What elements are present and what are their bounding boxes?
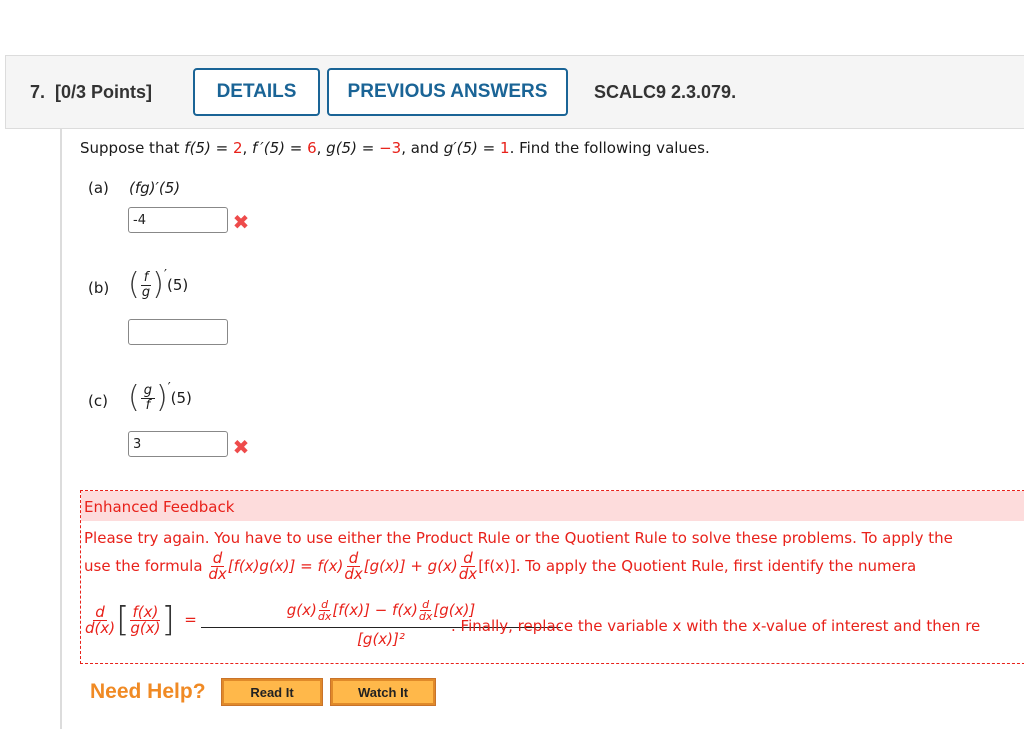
question-number: 7. [0/3 Points] [30, 82, 153, 102]
part-c-label: (c) [88, 392, 108, 410]
part-c-answer-input[interactable] [128, 431, 228, 457]
previous-answers-button[interactable]: PREVIOUS ANSWERS [327, 68, 568, 116]
details-button[interactable]: DETAILS [193, 68, 320, 116]
question-code: SCALC9 2.3.079. [594, 82, 737, 102]
incorrect-x-icon: ✖ [232, 210, 250, 234]
part-b-label: (b) [88, 279, 110, 297]
part-a-expression: (fg)′(5) [129, 179, 181, 197]
problem-statement: Suppose that f(5) = 2, f ′(5) = 6, g(5) … [80, 139, 710, 157]
left-divider [60, 129, 62, 729]
part-b-expression: ( fg ) ′ (5) [128, 267, 189, 302]
quotient-rule-lhs: d d(x)[f(x) g(x)] = [85, 600, 197, 640]
incorrect-x-icon: ✖ [232, 435, 250, 459]
points-label: [0/3 Points] [55, 82, 153, 102]
feedback-line-1: Please try again. You have to use either… [84, 529, 953, 547]
read-it-button[interactable]: Read It [221, 678, 323, 706]
part-a-label: (a) [88, 179, 109, 197]
feedback-title: Enhanced Feedback [81, 491, 1024, 521]
product-rule-formula: use the formula d dx [f(x)g(x)] = f(x) d dx[… [84, 549, 917, 583]
watch-it-button[interactable]: Watch It [330, 678, 436, 706]
part-b-answer-input[interactable] [128, 319, 228, 345]
part-c-expression: ( gf ) ′ (5) [128, 380, 192, 415]
question-header: 7. [0/3 Points] DETAILS PREVIOUS ANSWERS… [5, 55, 1024, 129]
part-a-answer-input[interactable] [128, 207, 228, 233]
feedback-line-3: . Finally, replace the variable x with t… [451, 617, 981, 635]
need-help-label: Need Help? [90, 680, 206, 703]
enhanced-feedback-box: Enhanced Feedback Please try again. You … [80, 490, 1024, 664]
